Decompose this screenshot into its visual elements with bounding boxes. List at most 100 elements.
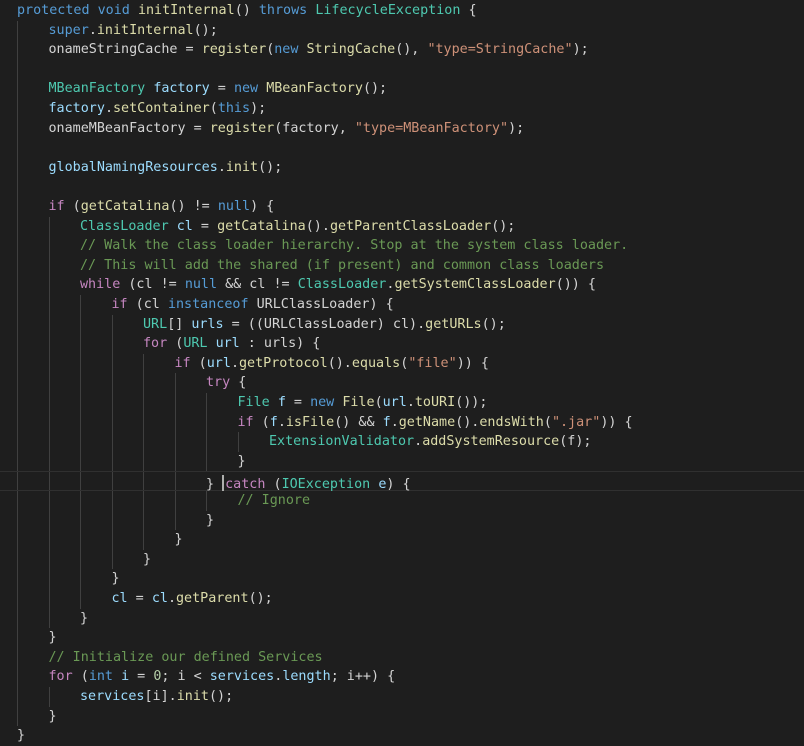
code-line[interactable]: services[i].init(); <box>0 687 804 707</box>
indent-guide <box>111 451 113 472</box>
code-line[interactable]: } <box>0 628 804 648</box>
code-token: url <box>215 336 240 352</box>
code-token: if <box>111 297 128 312</box>
code-token: endsWith <box>479 414 544 430</box>
code-token: URL <box>143 316 168 332</box>
code-token: int <box>88 669 113 685</box>
code-token: (). <box>455 414 480 430</box>
code-line[interactable] <box>0 138 804 158</box>
indent-guide <box>80 530 81 550</box>
code-token: factory <box>153 81 210 97</box>
code-line[interactable]: onameMBeanFactory = register(factory, "t… <box>0 118 804 139</box>
code-line[interactable]: factory.setContainer(this); <box>0 99 804 119</box>
indent-guide <box>143 373 144 393</box>
code-token: "file" <box>408 355 457 371</box>
code-text: while (cl != null && cl != ClassLoader.g… <box>80 275 596 295</box>
indent-guide <box>143 432 144 452</box>
code-token: i <box>121 669 130 685</box>
code-line[interactable] <box>0 59 804 80</box>
indent-guide <box>48 589 50 609</box>
code-token: register <box>201 42 267 58</box>
code-editor[interactable]: protected void initInternal() throws Lif… <box>0 0 804 743</box>
code-token: StringCache <box>306 42 396 58</box>
code-line[interactable]: if (cl instanceof URLClassLoader) { <box>0 295 804 315</box>
code-line[interactable]: } <box>0 608 804 629</box>
code-line[interactable]: } catch (IOException e) { <box>0 471 804 492</box>
indent-guide <box>111 530 113 550</box>
code-line[interactable]: try { <box>0 373 804 393</box>
indent-guide <box>48 275 50 295</box>
code-line[interactable]: if (url.getProtocol().equals("file")) { <box>0 353 804 374</box>
code-token: protected <box>17 3 90 18</box>
code-line[interactable]: // This will add the shared (if present)… <box>0 255 804 276</box>
code-line[interactable]: } <box>0 706 804 727</box>
indent-guide <box>17 549 18 570</box>
code-line[interactable]: if (f.isFile() && f.getName().endsWith("… <box>0 412 804 433</box>
code-token: getParent <box>176 591 249 606</box>
code-line[interactable]: } <box>0 510 804 531</box>
indent-guide <box>80 373 81 393</box>
indent-guide <box>80 549 81 570</box>
code-token: ( <box>374 395 383 410</box>
code-line[interactable]: // Ignore <box>0 491 804 511</box>
code-line[interactable]: globalNamingResources.init(); <box>0 157 804 178</box>
code-line[interactable]: // Initialize our defined Services <box>0 647 804 668</box>
code-line[interactable]: protected void initInternal() throws Lif… <box>0 1 804 21</box>
code-token: initInternal <box>96 22 194 38</box>
indent-guide <box>17 589 18 609</box>
code-line[interactable]: onameStringCache = register(new StringCa… <box>0 40 804 60</box>
code-token: = <box>129 669 154 685</box>
indent-guide <box>143 412 144 433</box>
code-token: = <box>185 120 210 136</box>
code-line[interactable]: while (cl != null && cl != ClassLoader.g… <box>0 275 804 295</box>
code-token: } <box>48 708 57 724</box>
code-token: services <box>80 689 145 704</box>
code-token: getCatalina <box>80 199 170 214</box>
code-token: init <box>225 159 259 175</box>
code-line[interactable]: } <box>0 549 804 570</box>
code-text: if (f.isFile() && f.getName().endsWith("… <box>238 413 633 433</box>
code-line[interactable]: ClassLoader cl = getCatalina().getParent… <box>0 216 804 237</box>
code-line[interactable]: if (getCatalina() != null) { <box>0 197 804 217</box>
code-token: super <box>48 22 89 38</box>
code-token: onameStringCache <box>48 42 178 58</box>
code-line[interactable]: ExtensionValidator.addSystemResource(f); <box>0 432 804 452</box>
code-token: ); <box>508 120 525 136</box>
indent-guide <box>48 412 50 433</box>
indent-guide <box>80 432 81 452</box>
indent-guide <box>111 393 113 413</box>
code-text: for (int i = 0; i < services.length; i++… <box>49 667 396 687</box>
code-line[interactable]: cl = cl.getParent(); <box>0 589 804 609</box>
code-token: . <box>230 355 239 371</box>
code-token: } <box>111 571 120 587</box>
code-text: for (URL url : urls) { <box>143 334 320 354</box>
code-line[interactable]: } <box>0 569 804 589</box>
code-line[interactable]: for (URL url : urls) { <box>0 334 804 354</box>
code-line[interactable]: for (int i = 0; i < services.length; i++… <box>0 667 804 687</box>
code-line[interactable]: MBeanFactory factory = new MBeanFactory(… <box>0 79 804 99</box>
code-line[interactable]: // Walk the class loader hierarchy. Stop… <box>0 236 804 256</box>
code-token: new <box>274 42 299 58</box>
code-line[interactable]: } <box>0 451 804 472</box>
code-token: URL <box>183 336 208 352</box>
code-token: : urls) { <box>239 336 321 352</box>
code-token: . <box>88 22 97 38</box>
code-token: File <box>342 395 375 410</box>
indent-guide <box>48 451 50 472</box>
code-line[interactable]: URL[] urls = ((URLClassLoader) cl).getUR… <box>0 314 804 335</box>
code-token: ( <box>209 101 218 116</box>
code-line[interactable]: super.initInternal(); <box>0 20 804 41</box>
code-line[interactable] <box>0 177 804 197</box>
code-line[interactable]: } <box>0 530 804 550</box>
code-token: throws <box>258 3 308 18</box>
code-token: "type=StringCache" <box>427 42 573 58</box>
code-token: if <box>237 414 254 430</box>
code-line[interactable]: File f = new File(url.toURI()); <box>0 393 804 413</box>
indent-guide <box>143 393 144 413</box>
code-token: addSystemResource <box>422 434 560 450</box>
code-token: cl <box>176 218 193 234</box>
indent-guide <box>17 40 18 60</box>
code-text: } <box>143 550 151 570</box>
